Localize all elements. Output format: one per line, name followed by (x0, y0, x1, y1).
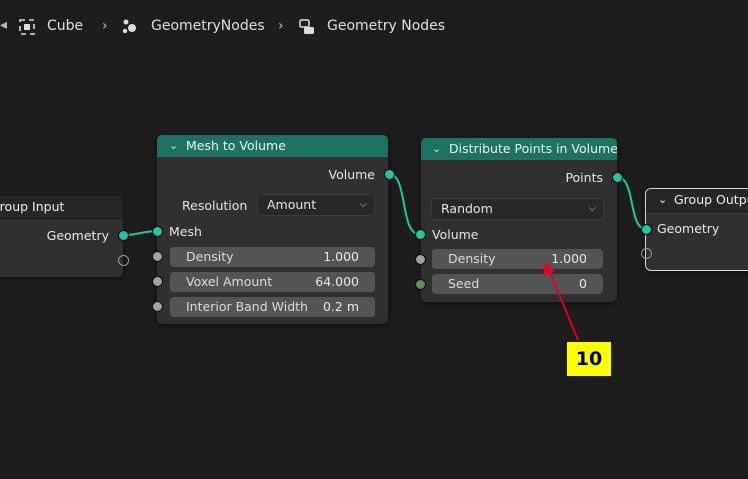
breadcrumb-modifier[interactable]: GeometryNodes (151, 18, 265, 34)
volume-input-socket[interactable] (415, 229, 426, 240)
socket-label-volume: Volume (432, 227, 479, 242)
node-title: Group Output (674, 192, 748, 207)
chevron-down-icon: ⌵ (359, 199, 367, 210)
empty-input-socket[interactable] (641, 248, 652, 259)
group-input-node[interactable]: Group Input Geometry (0, 196, 123, 277)
field-label: Density (186, 249, 234, 264)
node-tree-icon (298, 18, 316, 40)
object-icon (18, 18, 36, 40)
link-volume-to-volume (388, 173, 420, 235)
geometry-output-socket[interactable] (118, 230, 129, 241)
geometry-input-socket[interactable] (641, 224, 652, 235)
socket-label-mesh: Mesh (169, 224, 202, 239)
points-output-socket[interactable] (612, 172, 623, 183)
node-header[interactable]: ⌄ Distribute Points in Volume (421, 138, 617, 160)
breadcrumb-object[interactable]: Cube (47, 18, 83, 34)
breadcrumb-node-tree[interactable]: Geometry Nodes (327, 18, 445, 34)
link-points-to-geometry (616, 176, 647, 230)
chevron-down-icon[interactable]: ⌄ (432, 138, 441, 160)
node-header[interactable]: ⌄ Group Output (646, 189, 748, 212)
resolution-mode-dropdown[interactable]: Amount ⌵ (257, 194, 375, 216)
chevron-down-icon[interactable]: ⌄ (169, 135, 178, 157)
field-value: 0 (579, 276, 587, 291)
breadcrumb: ◂ Cube › GeometryNodes › Geometry Nodes (0, 0, 748, 54)
density-field[interactable]: Density 1.000 (432, 249, 603, 269)
density-field[interactable]: Density 1.000 (170, 247, 375, 267)
seed-input-socket[interactable] (415, 279, 426, 290)
seed-field[interactable]: Seed 0 (432, 274, 603, 294)
socket-label-geometry: Geometry (657, 221, 720, 236)
resolution-label: Resolution (182, 198, 248, 213)
interior-band-width-input-socket[interactable] (152, 301, 163, 312)
field-label: Interior Band Width (186, 299, 308, 314)
node-header[interactable]: ⌄ Mesh to Volume (157, 135, 388, 157)
field-label: Voxel Amount (186, 274, 273, 289)
socket-label-volume: Volume (328, 167, 376, 182)
volume-output-socket[interactable] (384, 169, 395, 180)
chevron-right-icon: › (278, 18, 284, 34)
chevron-right-icon: › (102, 18, 108, 34)
node-header[interactable]: Group Input (0, 196, 123, 219)
density-input-socket[interactable] (415, 254, 426, 265)
chevron-down-icon: ⌵ (588, 203, 596, 214)
mesh-input-socket[interactable] (152, 226, 163, 237)
socket-label-points: Points (565, 170, 603, 185)
density-input-socket[interactable] (152, 251, 163, 262)
chevron-down-icon[interactable]: ⌄ (658, 189, 667, 211)
dropdown-value: Amount (267, 197, 317, 212)
geometry-nodes-modifier-icon (121, 18, 141, 40)
interior-band-width-field[interactable]: Interior Band Width 0.2 m (170, 297, 375, 317)
annotation-callout: 10 (566, 341, 612, 377)
voxel-amount-input-socket[interactable] (152, 276, 163, 287)
voxel-amount-field[interactable]: Voxel Amount 64.000 (170, 272, 375, 292)
socket-label-geometry: Geometry (46, 228, 109, 243)
distribute-mode-dropdown[interactable]: Random ⌵ (431, 198, 604, 220)
field-value: 1.000 (551, 251, 587, 266)
group-output-node[interactable]: ⌄ Group Output Geometry (645, 188, 748, 271)
node-title: Distribute Points in Volume (449, 141, 617, 156)
field-label: Density (448, 251, 496, 266)
dropdown-value: Random (441, 201, 493, 216)
field-label: Seed (448, 276, 480, 291)
mesh-to-volume-node[interactable]: ⌄ Mesh to Volume Volume Resolution Amoun… (157, 135, 388, 324)
node-title: Group Input (0, 199, 65, 214)
breadcrumb-arrow-icon: ◂ (0, 17, 8, 33)
empty-output-socket[interactable] (118, 255, 129, 266)
field-value: 1.000 (323, 249, 359, 264)
distribute-points-in-volume-node[interactable]: ⌄ Distribute Points in Volume Points Ran… (421, 138, 617, 302)
field-value: 0.2 m (322, 299, 359, 314)
field-value: 64.000 (315, 274, 359, 289)
node-title: Mesh to Volume (186, 138, 286, 153)
